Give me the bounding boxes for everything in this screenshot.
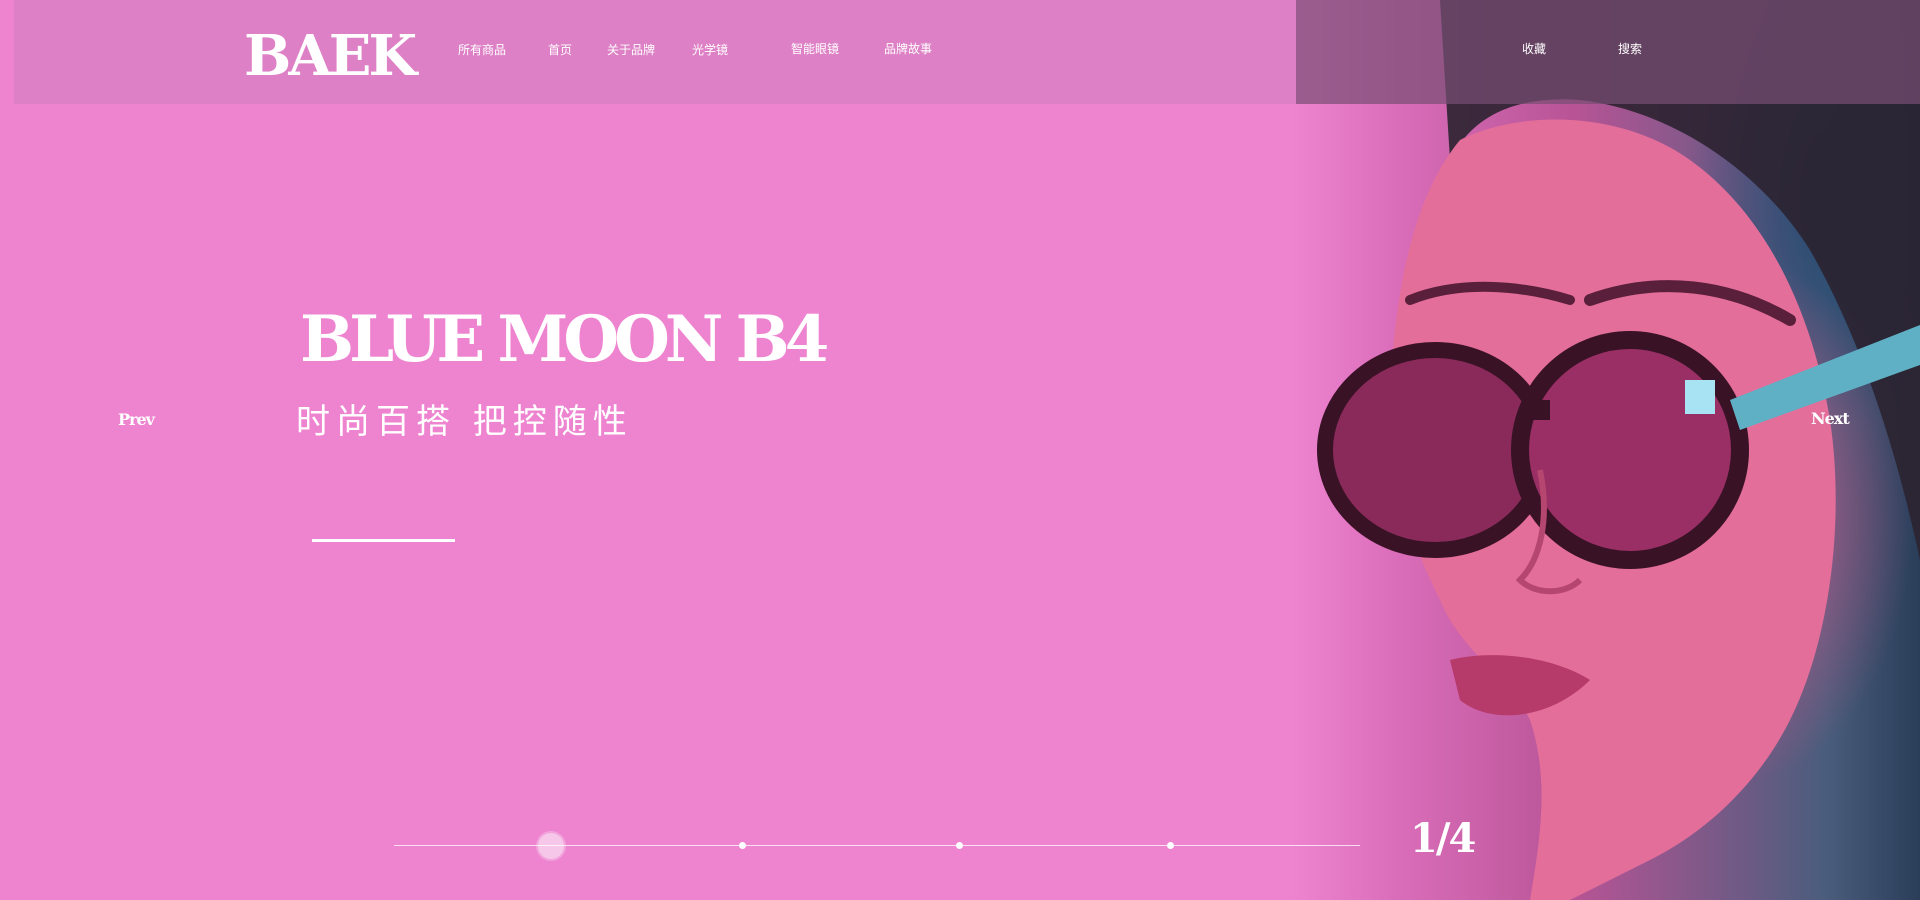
nav-item-home[interactable]: 首页 (548, 42, 572, 58)
next-slide-button[interactable]: Next (1811, 409, 1850, 428)
hero-subtitle: 时尚百搭 把控随性 (296, 402, 633, 442)
model-with-sunglasses-illustration (1317, 0, 1920, 900)
nav-item-brand-story[interactable]: 品牌故事 (884, 41, 932, 57)
favorites-link[interactable]: 收藏 (1522, 41, 1546, 57)
hero-title: BLUE MOON B4 (300, 302, 829, 377)
header-shade (1296, 0, 1920, 104)
prev-slide-button[interactable]: Prev (118, 410, 155, 429)
nav-item-all-products[interactable]: 所有商品 (458, 42, 506, 58)
pager-dot-2[interactable] (739, 842, 746, 849)
slide-counter: 1/4 (1410, 815, 1476, 862)
search-link[interactable]: 搜索 (1618, 41, 1642, 57)
brand-logo[interactable]: BAEK (244, 22, 417, 90)
nav-item-smart-glasses[interactable]: 智能眼镜 (791, 41, 839, 57)
pager-dot-4[interactable] (1167, 842, 1174, 849)
hero-image (1290, 0, 1920, 900)
nav-item-optical[interactable]: 光学镜 (692, 42, 728, 58)
pager-dot-1[interactable] (538, 833, 564, 859)
nav-item-about-brand[interactable]: 关于品牌 (607, 42, 655, 58)
pager-dot-3[interactable] (956, 842, 963, 849)
hero-divider (312, 539, 455, 542)
